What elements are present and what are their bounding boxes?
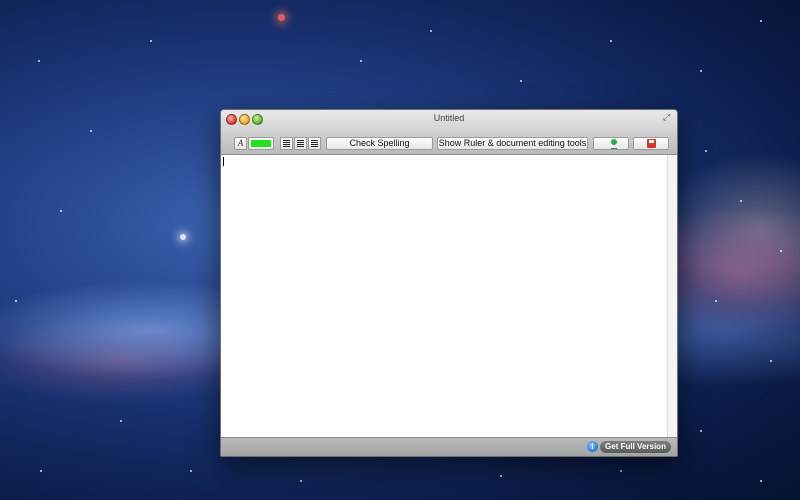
- alignment-group: [280, 137, 321, 150]
- show-ruler-button[interactable]: Show Ruler & document editing tools: [437, 137, 588, 150]
- check-spelling-button[interactable]: Check Spelling: [326, 137, 433, 150]
- star: [90, 130, 92, 132]
- font-button[interactable]: A: [234, 137, 247, 150]
- star: [190, 470, 192, 472]
- get-full-version-button[interactable]: Get Full Version: [600, 441, 671, 453]
- title-bar[interactable]: Untitled ⤢: [221, 110, 677, 134]
- vertical-scrollbar[interactable]: [667, 155, 677, 437]
- star: [610, 40, 612, 42]
- fullscreen-icon[interactable]: ⤢: [663, 112, 673, 122]
- color-swatch: [251, 140, 271, 147]
- find-icon-base: [611, 145, 617, 149]
- star: [760, 480, 762, 482]
- editor-window: Untitled ⤢ A Check Spelling Show Ruler &…: [220, 109, 678, 457]
- align-left-icon: [283, 140, 290, 147]
- red-star: [278, 14, 285, 21]
- find-button[interactable]: [593, 137, 629, 150]
- star: [60, 210, 62, 212]
- star: [150, 40, 152, 42]
- star: [620, 470, 622, 472]
- window-title: Untitled: [433, 113, 465, 123]
- align-right-button[interactable]: [308, 137, 321, 150]
- align-right-icon: [311, 140, 318, 147]
- star: [715, 300, 717, 302]
- star: [520, 80, 522, 82]
- star: [700, 430, 702, 432]
- star: [700, 70, 702, 72]
- star: [770, 360, 772, 362]
- star: [300, 480, 302, 482]
- star: [760, 20, 762, 22]
- status-bar: i Get Full Version: [221, 437, 677, 456]
- save-button[interactable]: [633, 137, 669, 150]
- text-color-button[interactable]: [248, 137, 274, 150]
- star: [40, 470, 42, 472]
- text-editor-area[interactable]: [221, 155, 667, 437]
- star: [120, 420, 122, 422]
- bright-star: [180, 234, 186, 240]
- star: [740, 200, 742, 202]
- align-left-button[interactable]: [280, 137, 293, 150]
- star: [360, 60, 362, 62]
- save-icon: [647, 139, 656, 148]
- star: [500, 475, 502, 477]
- star: [780, 250, 782, 252]
- text-caret: [223, 157, 224, 166]
- toolbar: A Check Spelling Show Ruler & document e…: [221, 134, 677, 155]
- star: [705, 150, 707, 152]
- align-center-icon: [297, 140, 304, 147]
- align-center-button[interactable]: [294, 137, 307, 150]
- star: [15, 300, 17, 302]
- star: [430, 30, 432, 32]
- star: [38, 60, 40, 62]
- info-icon[interactable]: i: [587, 441, 598, 452]
